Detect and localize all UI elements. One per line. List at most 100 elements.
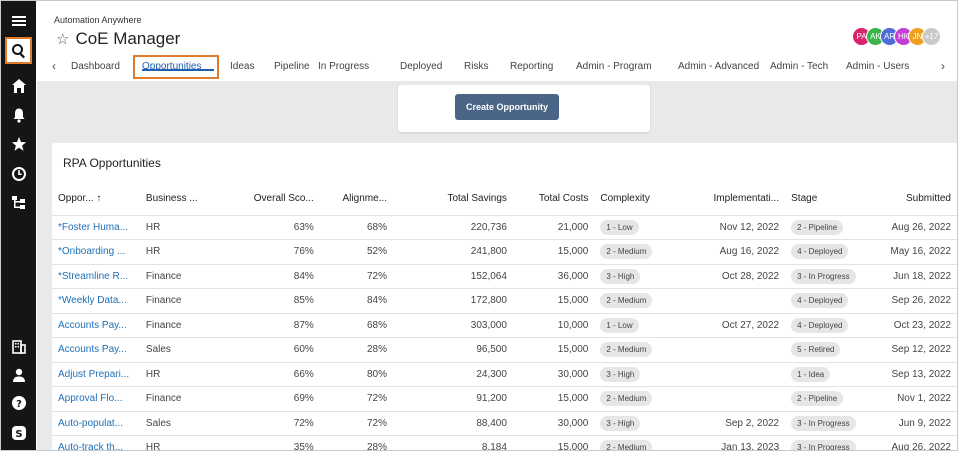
network-icon[interactable] <box>5 190 32 214</box>
tab-deployed[interactable]: Deployed <box>400 61 442 72</box>
table-cell: 84% <box>319 288 393 314</box>
bell-icon[interactable] <box>5 103 32 127</box>
home-icon[interactable] <box>5 74 32 98</box>
opportunity-link[interactable]: Adjust Prepari... <box>52 362 140 387</box>
tab-ideas[interactable]: Ideas <box>230 61 254 72</box>
main-content: Create Opportunity RPA Opportunities Opp… <box>37 81 957 450</box>
column-header[interactable]: Oppor... ↑ <box>52 183 140 216</box>
favorite-star-icon[interactable]: ☆ <box>56 30 69 48</box>
stage-badge: 3 - In Progress <box>791 268 856 284</box>
table-cell <box>688 362 786 387</box>
collaborator-avatars[interactable]: PA AK AR HK JN +17 <box>852 27 941 46</box>
complexity-badge: 1 - Low <box>600 317 639 333</box>
help-icon[interactable]: ? <box>5 391 32 415</box>
table-row[interactable]: Adjust Prepari... HR 66% 80% 24,300 30,000 3 -… <box>52 362 957 387</box>
tab-admin-advanced[interactable]: Admin - Advanced <box>678 61 759 72</box>
table-cell: 4 - Deployed <box>785 288 872 314</box>
tab-admin-tech[interactable]: Admin - Tech <box>770 61 828 72</box>
complexity-badge: 2 - Medium <box>600 342 653 358</box>
opportunity-link[interactable]: Auto-populat... <box>52 411 140 436</box>
table-cell: 8,184 <box>392 435 513 450</box>
user-icon[interactable] <box>5 363 32 387</box>
stage-badge: 4 - Deployed <box>791 293 849 309</box>
tabs-scroll-left-icon[interactable]: ‹ <box>52 59 56 73</box>
tab-pipeline[interactable]: Pipeline <box>274 61 310 72</box>
table-cell: Aug 16, 2022 <box>688 239 786 265</box>
table-cell: 220,736 <box>392 215 513 240</box>
table-cell: HR <box>139 435 224 450</box>
opportunity-link[interactable]: *Onboarding ... <box>52 239 140 265</box>
tab-admin-users[interactable]: Admin - Users <box>846 61 909 72</box>
table-row[interactable]: Approval Flo... Finance 69% 72% 91,200 15,000… <box>52 386 957 412</box>
table-row[interactable]: *Foster Huma... HR 63% 68% 220,736 21,000 1 - … <box>52 215 957 240</box>
table-cell: 21,000 <box>512 215 595 240</box>
table-cell: 68% <box>319 215 393 240</box>
tab-in-progress[interactable]: In Progress <box>318 61 369 72</box>
create-opportunity-button[interactable]: Create Opportunity <box>455 94 559 120</box>
table-cell: Oct 27, 2022 <box>688 313 786 338</box>
table-cell: 15,000 <box>512 288 595 314</box>
opportunity-link[interactable]: *Streamline R... <box>52 264 140 289</box>
menu-icon[interactable] <box>5 9 32 33</box>
column-header[interactable]: Implementati... <box>688 183 786 216</box>
table-cell: HR <box>139 239 224 265</box>
table-cell: 28% <box>319 337 393 363</box>
stage-badge: 2 - Pipeline <box>791 391 844 407</box>
table-cell: 76% <box>223 239 320 265</box>
table-row[interactable]: Auto-populat... Sales 72% 72% 88,400 30,000 3 … <box>52 411 957 436</box>
tab-dashboard[interactable]: Dashboard <box>71 61 120 72</box>
column-header[interactable]: Stage <box>785 183 872 216</box>
table-cell: 15,000 <box>512 435 595 450</box>
complexity-badge: 3 - High <box>600 415 641 431</box>
table-row[interactable]: *Streamline R... Finance 84% 72% 152,064 36,0… <box>52 264 957 289</box>
tab-risks[interactable]: Risks <box>464 61 488 72</box>
avatar[interactable]: +17 <box>922 27 941 46</box>
opportunity-link[interactable]: *Weekly Data... <box>52 288 140 314</box>
stage-badge: 3 - In Progress <box>791 415 856 431</box>
table-cell: 4 - Deployed <box>785 313 872 338</box>
page-title-text: CoE Manager <box>75 29 181 48</box>
table-cell: 5 - Retired <box>785 337 872 363</box>
opportunity-link[interactable]: Accounts Pay... <box>52 337 140 363</box>
opportunities-table: Oppor... ↑ Business ... Overall Sco... Alig… <box>52 183 957 450</box>
table-cell: Sep 26, 2022 <box>871 288 957 314</box>
table-row[interactable]: *Onboarding ... HR 76% 52% 241,800 15,000 2 - … <box>52 239 957 265</box>
column-header[interactable]: Complexity <box>594 183 689 216</box>
page-title: ☆ CoE Manager <box>56 29 180 49</box>
complexity-badge: 3 - High <box>600 268 641 284</box>
table-cell: Oct 23, 2022 <box>871 313 957 338</box>
complexity-badge: 2 - Medium <box>600 391 653 407</box>
column-header[interactable]: Business ... <box>139 183 224 216</box>
clock-icon[interactable] <box>5 162 32 186</box>
table-cell: HR <box>139 362 224 387</box>
table-cell: 69% <box>223 386 320 412</box>
search-highlight-box <box>5 37 32 64</box>
table-cell: 15,000 <box>512 386 595 412</box>
opportunity-link[interactable]: Approval Flo... <box>52 386 140 412</box>
opportunity-link[interactable]: *Foster Huma... <box>52 215 140 240</box>
table-row[interactable]: Auto-track th... HR 35% 28% 8,184 15,000 2 - M… <box>52 435 957 450</box>
table-cell: 3 - High <box>594 411 689 436</box>
column-header[interactable]: Total Savings <box>392 183 513 216</box>
column-header[interactable]: Total Costs <box>512 183 595 216</box>
tabs-scroll-right-icon[interactable]: › <box>941 59 945 73</box>
table-cell: 2 - Pipeline <box>785 386 872 412</box>
building-icon[interactable] <box>5 334 32 358</box>
table-row[interactable]: Accounts Pay... Sales 60% 28% 96,500 15,000 2 … <box>52 337 957 363</box>
star-icon[interactable] <box>5 132 32 156</box>
opportunity-link[interactable]: Auto-track th... <box>52 435 140 450</box>
table-cell <box>688 386 786 412</box>
column-header[interactable]: Submitted <box>871 183 957 216</box>
table-cell: 3 - High <box>594 362 689 387</box>
tab-admin-program[interactable]: Admin - Program <box>576 61 652 72</box>
tab-reporting[interactable]: Reporting <box>510 61 553 72</box>
table-cell: Sep 2, 2022 <box>688 411 786 436</box>
table-row[interactable]: *Weekly Data... Finance 85% 84% 172,800 15,00… <box>52 288 957 314</box>
brand-icon[interactable]: S <box>5 421 32 445</box>
app-window: ? S Automation Anywhere ☆ CoE Manager PA… <box>0 0 958 451</box>
table-row[interactable]: Accounts Pay... Finance 87% 68% 303,000 10,00… <box>52 313 957 338</box>
table-cell: 24,300 <box>392 362 513 387</box>
column-header[interactable]: Alignme... <box>319 183 393 216</box>
opportunity-link[interactable]: Accounts Pay... <box>52 313 140 338</box>
column-header[interactable]: Overall Sco... <box>223 183 320 216</box>
